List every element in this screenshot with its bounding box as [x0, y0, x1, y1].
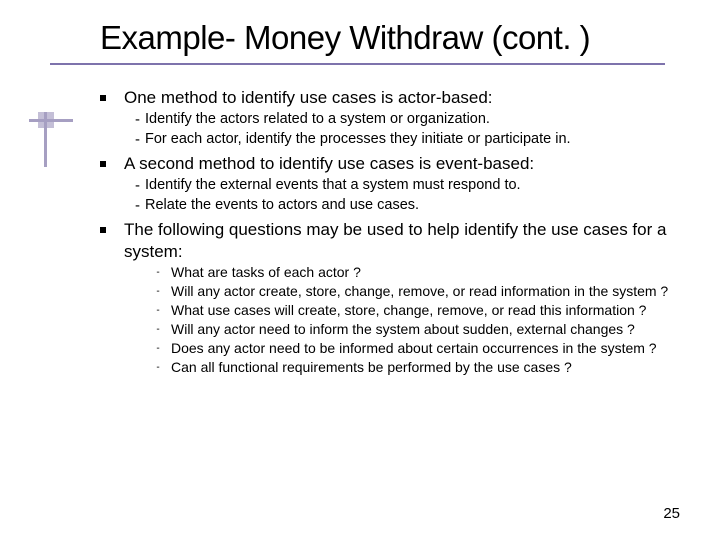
- dash-icon: -: [135, 110, 145, 130]
- bullet-1-text: One method to identify use cases is acto…: [124, 87, 493, 108]
- list-item: -Will any actor need to inform the syste…: [145, 321, 680, 339]
- sub-text: For each actor, identify the processes t…: [145, 130, 571, 149]
- sub-text: Can all functional requirements be perfo…: [171, 359, 680, 376]
- slide: Example- Money Withdraw (cont. ) One met…: [0, 0, 720, 540]
- page-number: 25: [663, 505, 680, 522]
- list-item: -Can all functional requirements be perf…: [145, 359, 680, 377]
- dash-icon: -: [145, 359, 171, 377]
- sub-text: Identify the external events that a syst…: [145, 176, 521, 195]
- list-item: -Relate the events to actors and use cas…: [135, 196, 680, 216]
- square-bullet-icon: [100, 227, 106, 233]
- sub-text: Identify the actors related to a system …: [145, 110, 490, 129]
- sub-text: Will any actor create, store, change, re…: [171, 283, 680, 300]
- list-item: -What use cases will create, store, chan…: [145, 302, 680, 320]
- bullet-2-text: A second method to identify use cases is…: [124, 153, 534, 174]
- dash-icon: -: [135, 176, 145, 196]
- bullet-3: The following questions may be used to h…: [100, 219, 680, 262]
- list-item: -For each actor, identify the processes …: [135, 130, 680, 150]
- sub-text: Does any actor need to be informed about…: [171, 340, 680, 357]
- slide-title: Example- Money Withdraw (cont. ): [100, 20, 680, 57]
- dash-icon: -: [135, 196, 145, 216]
- list-item: -What are tasks of each actor ?: [145, 264, 680, 282]
- square-bullet-icon: [100, 161, 106, 167]
- dash-icon: -: [145, 321, 171, 339]
- title-block: Example- Money Withdraw (cont. ): [100, 20, 680, 65]
- sub-text: What use cases will create, store, chang…: [171, 302, 680, 319]
- bullet-2-subs: -Identify the external events that a sys…: [135, 176, 680, 215]
- dash-icon: -: [145, 264, 171, 282]
- dash-icon: -: [145, 302, 171, 320]
- list-item: -Does any actor need to be informed abou…: [145, 340, 680, 358]
- bullet-3-text: The following questions may be used to h…: [124, 219, 680, 262]
- dash-icon: -: [145, 340, 171, 358]
- sub-text: What are tasks of each actor ?: [171, 264, 680, 281]
- dash-icon: -: [135, 130, 145, 150]
- sub-text: Will any actor need to inform the system…: [171, 321, 680, 338]
- slide-content: One method to identify use cases is acto…: [100, 87, 680, 377]
- bullet-2: A second method to identify use cases is…: [100, 153, 680, 174]
- dash-icon: -: [145, 283, 171, 301]
- sub-text: Relate the events to actors and use case…: [145, 196, 419, 215]
- list-item: -Will any actor create, store, change, r…: [145, 283, 680, 301]
- bullet-1: One method to identify use cases is acto…: [100, 87, 680, 108]
- list-item: -Identify the external events that a sys…: [135, 176, 680, 196]
- decor-horizontal-bar: [29, 119, 73, 122]
- bullet-1-subs: -Identify the actors related to a system…: [135, 110, 680, 149]
- list-item: -Identify the actors related to a system…: [135, 110, 680, 130]
- bullet-3-subs: -What are tasks of each actor ? -Will an…: [145, 264, 680, 377]
- title-underline: [50, 63, 665, 65]
- square-bullet-icon: [100, 95, 106, 101]
